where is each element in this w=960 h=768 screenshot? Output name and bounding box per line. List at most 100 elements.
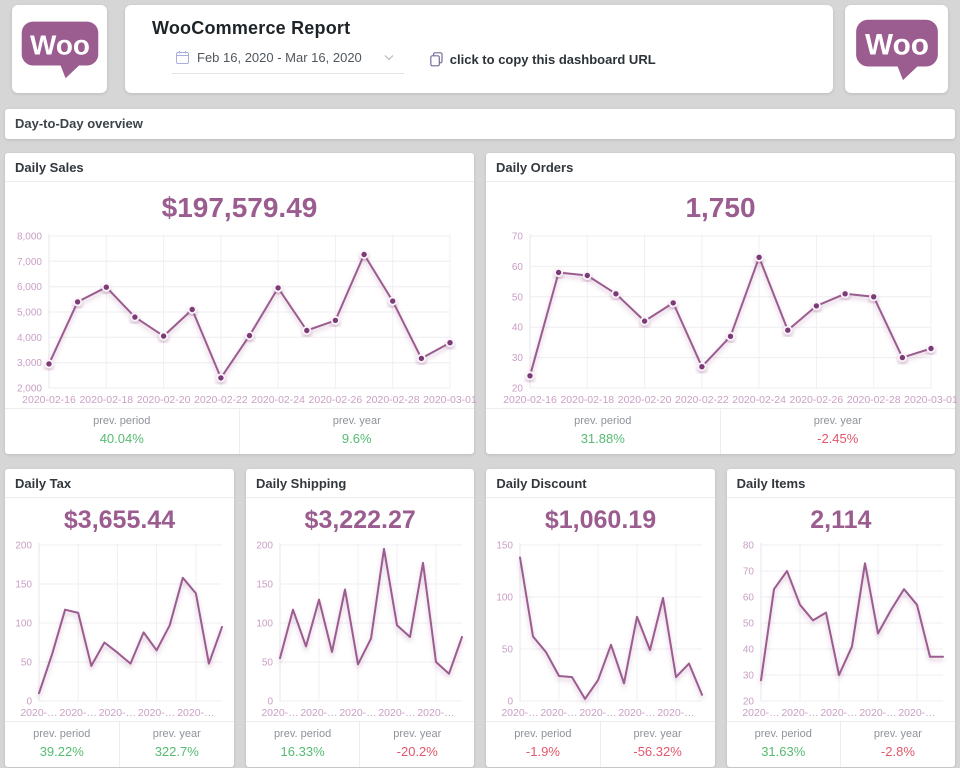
chart-total-value: 1,750 bbox=[486, 182, 955, 228]
prev-year-value: -2.8% bbox=[841, 744, 955, 759]
prev-period-label: prev. period bbox=[727, 728, 840, 740]
chart-card-title: Daily Discount bbox=[486, 469, 714, 498]
copy-url-label: click to copy this dashboard URL bbox=[450, 52, 656, 67]
svg-text:2020-…: 2020-… bbox=[859, 707, 896, 719]
prev-year-label: prev. year bbox=[841, 728, 955, 740]
svg-text:7,000: 7,000 bbox=[17, 257, 42, 268]
prev-period-value: -1.9% bbox=[486, 744, 599, 759]
svg-text:2020-02-18: 2020-02-18 bbox=[560, 394, 614, 406]
svg-text:2020-…: 2020-… bbox=[300, 707, 337, 719]
line-chart[interactable]: 0501001502002020-…2020-…2020-…2020-…2020… bbox=[5, 537, 234, 721]
prev-year-stat: prev. year -2.45% bbox=[721, 409, 956, 454]
svg-text:20: 20 bbox=[512, 384, 524, 395]
chart-card: Daily Orders 1,750 2030405060702020-02-1… bbox=[486, 153, 955, 454]
page-title: WooCommerce Report bbox=[152, 18, 833, 39]
calendar-icon bbox=[176, 51, 189, 64]
woo-logo-icon: Woo bbox=[20, 20, 100, 79]
report-header-card: WooCommerce Report Feb 16, 2020 - Mar 16… bbox=[125, 5, 833, 93]
svg-text:2020-…: 2020-… bbox=[781, 707, 818, 719]
svg-text:150: 150 bbox=[256, 580, 273, 591]
svg-text:50: 50 bbox=[262, 658, 274, 669]
svg-text:2,000: 2,000 bbox=[17, 384, 42, 395]
svg-text:50: 50 bbox=[502, 645, 514, 656]
svg-text:4,000: 4,000 bbox=[17, 333, 42, 344]
svg-text:2020-02-20: 2020-02-20 bbox=[618, 394, 672, 406]
svg-text:2020-…: 2020-… bbox=[99, 707, 136, 719]
svg-text:200: 200 bbox=[256, 541, 273, 552]
svg-text:0: 0 bbox=[267, 697, 273, 708]
chart-footer: prev. period 16.33% prev. year -20.2% bbox=[246, 721, 474, 767]
line-chart[interactable]: 2030405060702020-02-162020-02-182020-02-… bbox=[486, 228, 955, 408]
prev-year-label: prev. year bbox=[240, 415, 475, 427]
prev-year-value: -56.32% bbox=[601, 744, 715, 759]
svg-text:2020-…: 2020-… bbox=[541, 707, 578, 719]
prev-period-value: 39.22% bbox=[5, 744, 119, 759]
svg-text:5,000: 5,000 bbox=[17, 308, 42, 319]
svg-text:150: 150 bbox=[15, 580, 32, 591]
copy-dashboard-url-button[interactable]: click to copy this dashboard URL bbox=[430, 52, 656, 73]
prev-year-label: prev. year bbox=[721, 415, 956, 427]
prev-period-label: prev. period bbox=[5, 728, 119, 740]
svg-text:50: 50 bbox=[743, 619, 755, 630]
svg-text:2020-02-18: 2020-02-18 bbox=[79, 394, 133, 406]
line-chart[interactable]: 203040506070802020-…2020-…2020-…2020-…20… bbox=[727, 537, 955, 721]
svg-text:2020-…: 2020-… bbox=[898, 707, 935, 719]
svg-text:2020-02-16: 2020-02-16 bbox=[503, 394, 557, 406]
prev-year-label: prev. year bbox=[120, 728, 235, 740]
section-title: Day-to-Day overview bbox=[5, 109, 955, 139]
svg-text:2020-…: 2020-… bbox=[820, 707, 857, 719]
prev-year-stat: prev. year -2.8% bbox=[841, 722, 955, 767]
chevron-down-icon bbox=[384, 54, 394, 61]
chart-card-title: Daily Items bbox=[727, 469, 955, 498]
chart-card: Daily Discount $1,060.19 0 50 100 150 2020-…… bbox=[486, 469, 714, 767]
prev-year-stat: prev. year 9.6% bbox=[240, 409, 475, 454]
prev-year-value: -20.2% bbox=[360, 744, 474, 759]
chart-total-value: $1,060.19 bbox=[486, 498, 714, 537]
copy-icon bbox=[430, 52, 443, 67]
svg-text:2020-…: 2020-… bbox=[177, 707, 214, 719]
svg-text:0: 0 bbox=[508, 697, 514, 708]
svg-text:20: 20 bbox=[743, 697, 755, 708]
svg-text:30: 30 bbox=[512, 353, 524, 364]
svg-text:60: 60 bbox=[512, 262, 524, 273]
prev-period-value: 40.04% bbox=[5, 431, 239, 446]
top-bar: Woo WooCommerce Report Feb 16, 2020 - Ma… bbox=[0, 0, 960, 93]
prev-period-stat: prev. period 40.04% bbox=[5, 409, 240, 454]
svg-text:2020-…: 2020-… bbox=[619, 707, 656, 719]
prev-period-label: prev. period bbox=[246, 728, 359, 740]
svg-text:60: 60 bbox=[743, 593, 755, 604]
svg-text:2020-03-01: 2020-03-01 bbox=[904, 394, 958, 406]
svg-text:100: 100 bbox=[497, 593, 514, 604]
chart-total-value: $3,222.27 bbox=[246, 498, 474, 537]
svg-text:3,000: 3,000 bbox=[17, 358, 42, 369]
svg-text:2020-02-22: 2020-02-22 bbox=[194, 394, 248, 406]
prev-period-stat: prev. period -1.9% bbox=[486, 722, 600, 767]
line-chart[interactable]: 0501001502002020-…2020-…2020-…2020-…2020… bbox=[246, 537, 474, 721]
svg-text:70: 70 bbox=[512, 232, 524, 243]
prev-period-stat: prev. period 31.88% bbox=[486, 409, 721, 454]
line-chart[interactable]: 0501001502020-…2020-…2020-…2020-…2020-… bbox=[486, 537, 714, 721]
svg-text:2020-03-01: 2020-03-01 bbox=[423, 394, 477, 406]
chart-total-value: $197,579.49 bbox=[5, 182, 474, 228]
big-charts-row: Daily Sales $197,579.49 2,0003,0004,0005… bbox=[5, 153, 955, 454]
date-range-picker[interactable]: Feb 16, 2020 - Mar 16, 2020 bbox=[172, 50, 404, 74]
prev-year-stat: prev. year 322.7% bbox=[120, 722, 235, 767]
svg-text:2020-02-16: 2020-02-16 bbox=[22, 394, 76, 406]
svg-text:2020-…: 2020-… bbox=[20, 707, 57, 719]
prev-year-stat: prev. year -56.32% bbox=[601, 722, 715, 767]
svg-text:2020-02-20: 2020-02-20 bbox=[137, 394, 191, 406]
svg-text:2020-…: 2020-… bbox=[502, 707, 539, 719]
chart-footer: prev. period 40.04% prev. year 9.6% bbox=[5, 408, 474, 454]
prev-period-value: 31.88% bbox=[486, 431, 720, 446]
line-chart[interactable]: 2,0003,0004,0005,0006,0007,0008,0002020-… bbox=[5, 228, 474, 408]
svg-text:2020-02-28: 2020-02-28 bbox=[366, 394, 420, 406]
svg-text:40: 40 bbox=[743, 645, 755, 656]
prev-period-value: 31.63% bbox=[727, 744, 840, 759]
svg-text:150: 150 bbox=[497, 541, 514, 552]
chart-total-value: $3,655.44 bbox=[5, 498, 234, 537]
prev-period-stat: prev. period 16.33% bbox=[246, 722, 360, 767]
prev-year-stat: prev. year -20.2% bbox=[360, 722, 474, 767]
prev-period-value: 16.33% bbox=[246, 744, 359, 759]
svg-text:2020-02-26: 2020-02-26 bbox=[790, 394, 844, 406]
small-charts-row: Daily Tax $3,655.44 0501001502002020-…20… bbox=[5, 469, 955, 767]
